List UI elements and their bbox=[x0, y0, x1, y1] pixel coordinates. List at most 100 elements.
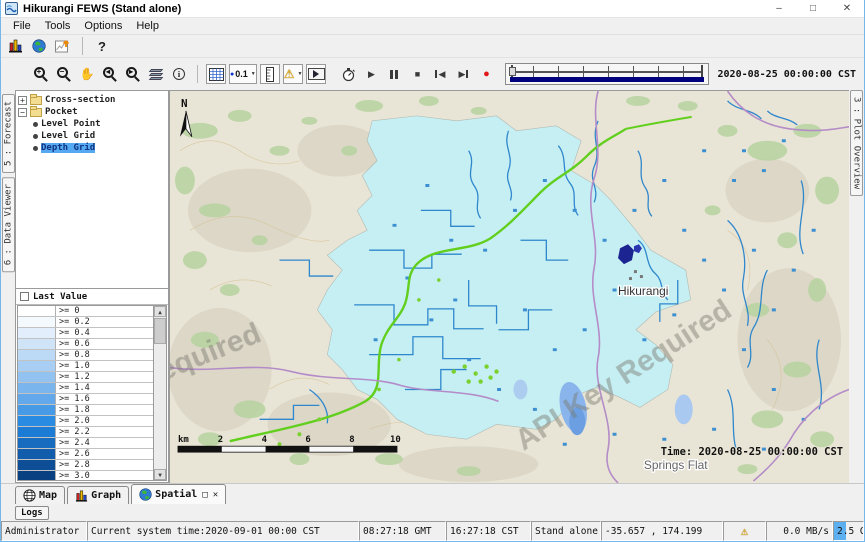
scale-ruler-button[interactable] bbox=[260, 64, 280, 84]
ruler-icon bbox=[266, 67, 274, 82]
timeline-range-bar bbox=[510, 77, 703, 82]
map-toolbar: + − ✋ ◂ ▸ i ● 0.1 ▼ ⚠ ▼ bbox=[1, 57, 864, 90]
timeline-thumb[interactable] bbox=[509, 67, 516, 76]
pan-button[interactable]: ✋ bbox=[77, 64, 97, 84]
legend-panel: Last Value >= 0 >= 0.2 >= 0.4 >= 0.6 >= … bbox=[16, 288, 168, 482]
thresholds-dropdown[interactable]: ⚠ ▼ bbox=[283, 64, 304, 84]
tab-graph-label: Graph bbox=[91, 490, 121, 501]
status-warning-cell: ⚠ bbox=[723, 521, 766, 541]
legend-row: >= 1.4 bbox=[18, 383, 153, 394]
spatial-display-button[interactable] bbox=[53, 36, 73, 56]
legend-title: Last Value bbox=[33, 292, 87, 302]
animation-display-button[interactable] bbox=[306, 64, 326, 84]
filters-tree: + Cross-section − Pocket Level Point Lev… bbox=[16, 91, 168, 288]
tab-plot-overview[interactable]: 3 : Plot Overview bbox=[850, 90, 863, 196]
map-viewport[interactable]: API Key Required API Key Required Hikura… bbox=[169, 90, 849, 483]
status-mode: Stand alone bbox=[531, 521, 601, 541]
timeline-slider[interactable] bbox=[505, 63, 708, 85]
svg-text:6: 6 bbox=[305, 435, 310, 445]
tree-item-cross-section[interactable]: + Cross-section bbox=[18, 94, 166, 106]
zoom-out-button[interactable]: − bbox=[54, 64, 74, 84]
tree-item-level-point[interactable]: Level Point bbox=[18, 118, 166, 130]
layers-button[interactable] bbox=[146, 64, 166, 84]
statistics-button[interactable] bbox=[5, 36, 25, 56]
stop-icon: ■ bbox=[415, 69, 420, 79]
play-button[interactable]: ▶ bbox=[361, 64, 381, 84]
zoom-in-button[interactable]: + bbox=[31, 64, 51, 84]
status-user: Administrator bbox=[1, 521, 87, 541]
legend-row: >= 0 bbox=[18, 306, 153, 317]
zoom-previous-button[interactable]: ◂ bbox=[100, 64, 120, 84]
left-tab-strip: 5 : Forecast 6 : Data Viewer bbox=[1, 90, 15, 483]
skip-end-icon: ▶ bbox=[458, 69, 465, 80]
legend-swatch bbox=[18, 416, 56, 426]
legend-swatch bbox=[18, 372, 56, 382]
pause-button[interactable] bbox=[384, 64, 404, 84]
tab-forecast[interactable]: 5 : Forecast bbox=[2, 94, 15, 173]
legend-swatch bbox=[18, 471, 56, 480]
skip-start-button[interactable]: ◀ bbox=[430, 64, 450, 84]
contour-value: 0.1 bbox=[235, 69, 248, 79]
grid-display-button[interactable] bbox=[206, 64, 226, 84]
contour-threshold-dropdown[interactable]: ● 0.1 ▼ bbox=[229, 64, 257, 84]
info-button[interactable]: i bbox=[169, 64, 189, 84]
tree-item-label-selected: Depth Grid bbox=[41, 143, 95, 153]
record-button[interactable]: ● bbox=[476, 64, 496, 84]
scroll-up-icon[interactable]: ▲ bbox=[154, 306, 166, 317]
tree-item-label: Pocket bbox=[45, 107, 78, 117]
spatial-chart-icon bbox=[55, 39, 71, 53]
expand-icon[interactable]: + bbox=[18, 96, 27, 105]
stop-button[interactable]: ■ bbox=[407, 64, 427, 84]
right-tab-strip: 3 : Plot Overview bbox=[849, 90, 864, 483]
svg-text:4: 4 bbox=[262, 435, 267, 445]
place-label-springs-flat: Springs Flat bbox=[644, 458, 708, 472]
zoom-out-icon: − bbox=[57, 67, 72, 82]
menu-file[interactable]: File bbox=[7, 19, 37, 33]
legend-swatch bbox=[18, 449, 56, 459]
chevron-down-icon: ▼ bbox=[251, 71, 256, 77]
animation-settings-button[interactable] bbox=[338, 64, 358, 84]
close-button[interactable]: ✕ bbox=[830, 0, 864, 17]
pause-icon bbox=[390, 70, 398, 79]
tab-map[interactable]: Map bbox=[15, 486, 65, 504]
status-system-time: Current system time:2020-09-01 00:00 CST bbox=[87, 521, 359, 541]
map-display-button[interactable] bbox=[29, 36, 49, 56]
zoom-next-button[interactable]: ▸ bbox=[123, 64, 143, 84]
tree-item-level-grid[interactable]: Level Grid bbox=[18, 130, 166, 142]
legend-row: >= 1.6 bbox=[18, 394, 153, 405]
tab-close-icon[interactable]: ✕ bbox=[213, 490, 218, 500]
tree-item-label: Level Grid bbox=[41, 131, 95, 141]
svg-text:10: 10 bbox=[390, 435, 401, 445]
help-button[interactable]: ? bbox=[92, 36, 112, 56]
last-value-checkbox[interactable] bbox=[20, 292, 29, 301]
scroll-down-icon[interactable]: ▼ bbox=[154, 469, 166, 480]
skip-end-button[interactable]: ▶ bbox=[453, 64, 473, 84]
tree-item-label: Level Point bbox=[41, 119, 101, 129]
toolbar-separator bbox=[197, 65, 198, 83]
menu-options[interactable]: Options bbox=[78, 19, 128, 33]
tree-item-depth-grid[interactable]: Depth Grid bbox=[18, 142, 166, 154]
folder-icon bbox=[30, 108, 42, 117]
logs-button[interactable]: Logs bbox=[15, 506, 49, 520]
bar-chart-icon bbox=[8, 39, 23, 53]
scrollbar-thumb[interactable] bbox=[154, 318, 166, 344]
legend-swatch bbox=[18, 438, 56, 448]
maximize-button[interactable]: □ bbox=[796, 0, 830, 17]
map-canvas: API Key Required API Key Required Hikura… bbox=[170, 91, 849, 483]
legend-scrollbar[interactable]: ▲ ▼ bbox=[153, 306, 166, 480]
tab-graph[interactable]: Graph bbox=[67, 486, 129, 504]
stopwatch-icon bbox=[341, 67, 356, 82]
minimize-button[interactable]: – bbox=[762, 0, 796, 17]
collapse-icon[interactable]: − bbox=[18, 108, 27, 117]
titlebar: Hikurangi FEWS (Stand alone) – □ ✕ bbox=[1, 0, 864, 18]
legend-swatch bbox=[18, 350, 56, 360]
app-logo-icon bbox=[5, 2, 18, 15]
legend-row: >= 0.6 bbox=[18, 339, 153, 350]
tree-item-pocket[interactable]: − Pocket bbox=[18, 106, 166, 118]
zoom-next-icon: ▸ bbox=[126, 67, 141, 82]
tab-maximize-icon[interactable]: □ bbox=[202, 490, 207, 500]
menu-tools[interactable]: Tools bbox=[39, 19, 77, 33]
tab-data-viewer[interactable]: 6 : Data Viewer bbox=[2, 177, 15, 272]
menu-help[interactable]: Help bbox=[130, 19, 165, 33]
tab-spatial[interactable]: Spatial □ ✕ bbox=[131, 484, 226, 504]
